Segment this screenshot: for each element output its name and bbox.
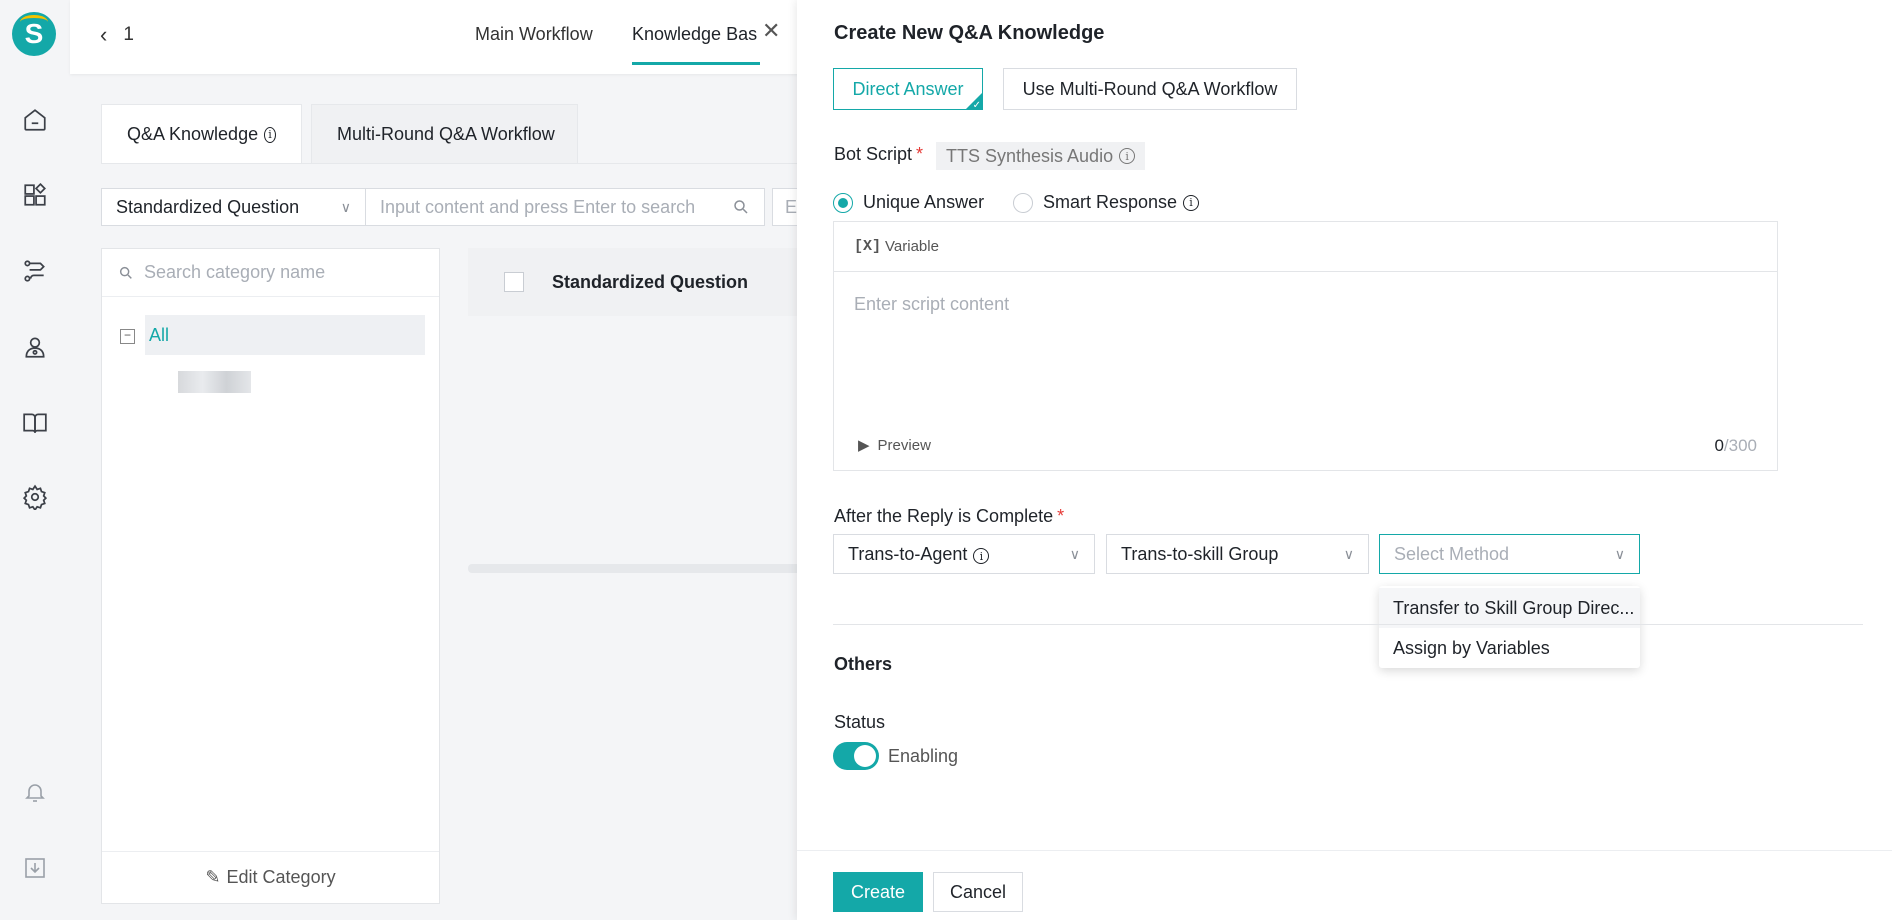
left-rail: S [0,0,70,920]
tab-main-workflow[interactable]: Main Workflow [475,24,593,45]
filter-select[interactable]: Standardized Question ∨ [101,188,366,226]
counter-max: /300 [1723,436,1757,455]
blurred-category-item[interactable] [178,371,251,393]
apps-icon[interactable] [20,180,50,210]
app-logo[interactable]: S [12,12,56,56]
select-method-placeholder: Select Method [1394,543,1510,564]
category-search-input[interactable]: Search category name [102,249,439,297]
preview-button[interactable]: ▶ Preview [858,436,931,455]
book-icon[interactable] [20,408,50,438]
character-counter: 0/300 [1714,436,1757,456]
chevron-down-icon: ∨ [1343,545,1354,562]
after-reply-label: After the Reply is Complete * [834,506,1064,527]
chevron-down-icon: ∨ [1069,545,1080,562]
skill-group-select[interactable]: Trans-to-skill Group ∨ [1106,534,1369,574]
tab-qa-knowledge-label: Q&A Knowledge [127,124,259,144]
counter-current: 0 [1714,436,1724,455]
script-editor: [X] Variable Enter script content ▶ Prev… [833,221,1778,471]
active-tab-indicator [632,62,760,65]
tree-item-all-label: All [149,324,170,345]
trans-to-agent-text: Trans-to-Agent [848,543,968,564]
chevron-left-icon: ‹ [100,22,108,47]
create-button[interactable]: Create [833,872,923,912]
trans-to-agent-value: Trans-to-Agent i [848,543,990,565]
method-options-menu: Transfer to Skill Group Direc... Assign … [1379,586,1640,668]
script-content-input[interactable]: Enter script content [854,294,1009,315]
multi-round-workflow-button[interactable]: Use Multi-Round Q&A Workflow [1003,68,1297,110]
collapse-icon[interactable]: − [120,329,135,344]
tab-multi-round-workflow[interactable]: Multi-Round Q&A Workflow [311,104,578,164]
drawer-title: Create New Q&A Knowledge [834,22,1105,44]
after-reply-text: After the Reply is Complete [834,506,1054,526]
category-panel: Search category name − All ✎ Edit Catego… [101,248,440,904]
back-button[interactable]: ‹ 1 [100,22,134,48]
unique-answer-label: Unique Answer [863,192,985,212]
preview-label: Preview [877,436,931,454]
tab-divider [101,163,801,164]
knowledge-base-panel: Q&A Knowledge i Multi-Round Q&A Workflow… [70,74,868,920]
search-placeholder: Input content and press Enter to search [380,196,696,217]
variable-icon: [X] [854,238,882,255]
download-icon[interactable] [20,853,50,883]
category-search-placeholder: Search category name [144,262,326,282]
required-mark: * [1057,506,1065,526]
skill-group-value: Trans-to-skill Group [1121,543,1279,564]
create-qa-drawer: Create New Q&A Knowledge Direct Answer ✓… [797,0,1892,920]
option-transfer-skill-group[interactable]: Transfer to Skill Group Direc... [1379,588,1640,628]
close-tab-icon[interactable]: ✕ [762,18,780,44]
status-toggle[interactable] [833,742,879,770]
status-label: Status [834,712,886,732]
tab-qa-knowledge[interactable]: Q&A Knowledge i [101,104,302,164]
search-icon [119,266,132,279]
status-value: Enabling [888,746,959,766]
select-all-checkbox[interactable] [504,272,524,292]
info-icon: i [973,548,990,564]
check-icon: ✓ [972,100,981,110]
search-icon [734,200,748,214]
workflow-number: 1 [123,24,134,45]
tree-item-all[interactable]: All [145,315,425,355]
edit-category-button[interactable]: ✎ Edit Category [102,851,439,903]
gear-icon[interactable] [20,482,50,512]
play-icon: ▶ [858,437,870,454]
info-icon: i [264,126,276,143]
workflow-icon[interactable] [20,256,50,286]
variable-label: Variable [885,238,939,255]
tab-knowledge-base[interactable]: Knowledge Bas [632,24,760,45]
pencil-icon: ✎ [205,867,221,887]
required-mark: * [916,144,924,164]
extra-filter-text: E [785,196,798,217]
radio-dot [833,192,853,213]
chevron-down-icon: ∨ [340,198,351,215]
smart-response-label: Smart Response [1043,192,1178,212]
chevron-down-icon: ∨ [1614,545,1625,562]
agent-icon[interactable] [20,332,50,362]
question-search-input[interactable]: Input content and press Enter to search [365,188,765,226]
home-icon[interactable] [20,105,50,135]
tts-label: TTS Synthesis Audio [946,145,1114,166]
edit-category-label: Edit Category [226,867,336,887]
filter-select-value: Standardized Question [116,196,300,217]
radio-unique-answer[interactable]: Unique Answer [833,192,984,213]
others-section-title: Others [834,654,893,674]
radio-dot [1013,192,1033,213]
cancel-button[interactable]: Cancel [933,872,1023,912]
tts-synthesis-audio-tag[interactable]: TTS Synthesis Audio i [936,142,1146,170]
bot-script-label: Bot Script * [834,144,923,165]
radio-smart-response[interactable]: Smart Response i [1013,192,1200,213]
direct-answer-button[interactable]: Direct Answer ✓ [833,68,983,110]
multi-round-workflow-label: Use Multi-Round Q&A Workflow [1022,78,1278,99]
option-assign-by-variables[interactable]: Assign by Variables [1379,628,1640,668]
section-divider [833,624,1863,625]
direct-answer-label: Direct Answer [852,78,964,99]
select-method-dropdown[interactable]: Select Method ∨ [1379,534,1640,574]
bot-script-text: Bot Script [834,144,913,164]
bell-icon[interactable] [20,777,50,807]
insert-variable-button[interactable]: [X] Variable [834,222,1777,272]
column-standardized-question: Standardized Question [552,271,749,292]
info-icon: i [1119,148,1136,164]
drawer-footer: Create Cancel [797,850,1892,920]
trans-to-agent-select[interactable]: Trans-to-Agent i ∨ [833,534,1095,574]
info-icon: i [1183,194,1200,211]
